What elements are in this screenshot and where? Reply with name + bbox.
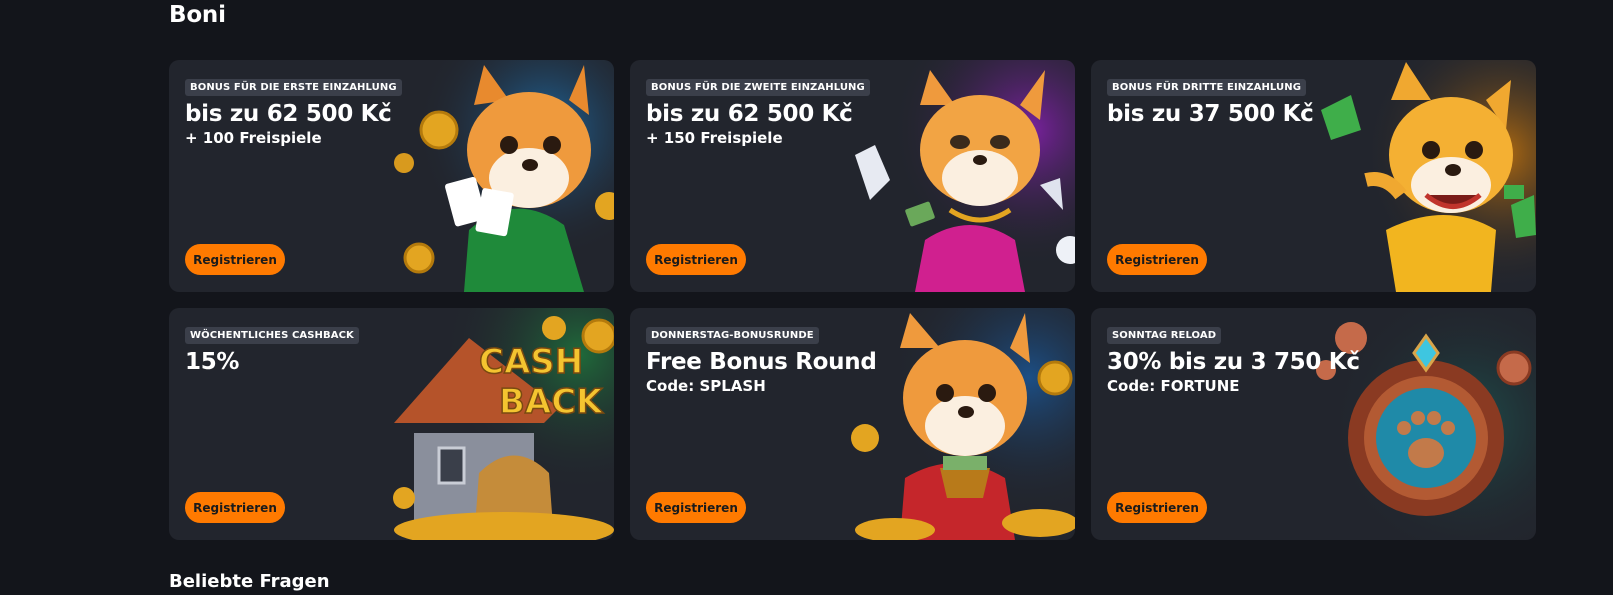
register-button[interactable]: Registrieren <box>1107 492 1207 523</box>
register-button[interactable]: Registrieren <box>185 244 285 275</box>
bonus-grid: Bonus für die erste Einzahlung bis zu 62… <box>169 60 1536 540</box>
bonus-card-sunday-reload: Sonntag Reload 30% bis zu 3 750 Kč Code:… <box>1091 308 1536 540</box>
bonus-card-third-deposit: Bonus für dritte Einzahlung bis zu 37 50… <box>1091 60 1536 292</box>
faq-title: Beliebte Fragen <box>169 571 330 592</box>
bonus-headline: Free Bonus Round <box>646 349 877 375</box>
bonus-subline: + 150 Freispiele <box>646 129 783 147</box>
bonus-headline: bis zu 37 500 Kč <box>1107 101 1314 127</box>
bonus-subline: + 100 Freispiele <box>185 129 322 147</box>
bonus-badge: Bonus für die zweite Einzahlung <box>646 79 870 96</box>
cashback-art-text-1: CASH <box>479 342 583 382</box>
cashback-art-text-2: BACK <box>499 382 604 422</box>
bonus-badge: Donnerstag-Bonusrunde <box>646 327 819 344</box>
bonus-headline: bis zu 62 500 Kč <box>185 101 392 127</box>
bonus-subline: Code: SPLASH <box>646 377 766 395</box>
bonus-card-second-deposit: Bonus für die zweite Einzahlung bis zu 6… <box>630 60 1075 292</box>
bonus-headline: 15% <box>185 349 240 375</box>
section-title: Boni <box>169 2 226 28</box>
bonus-badge: Bonus für die erste Einzahlung <box>185 79 402 96</box>
bonus-badge: Sonntag Reload <box>1107 327 1222 344</box>
register-button[interactable]: Registrieren <box>185 492 285 523</box>
register-button[interactable]: Registrieren <box>646 244 746 275</box>
register-button[interactable]: Registrieren <box>646 492 746 523</box>
bonus-headline: bis zu 62 500 Kč <box>646 101 853 127</box>
bonus-badge: Wöchentliches Cashback <box>185 327 359 344</box>
bonus-badge: Bonus für dritte Einzahlung <box>1107 79 1307 96</box>
register-button[interactable]: Registrieren <box>1107 244 1207 275</box>
bonus-card-first-deposit: Bonus für die erste Einzahlung bis zu 62… <box>169 60 614 292</box>
bonus-card-weekly-cashback: CASH BACK Wöchentliches Cashback 15% Reg… <box>169 308 614 540</box>
bonus-card-thursday-round: Donnerstag-Bonusrunde Free Bonus Round C… <box>630 308 1075 540</box>
bonus-subline: Code: FORTUNE <box>1107 377 1240 395</box>
bonus-headline: 30% bis zu 3 750 Kč <box>1107 349 1360 375</box>
